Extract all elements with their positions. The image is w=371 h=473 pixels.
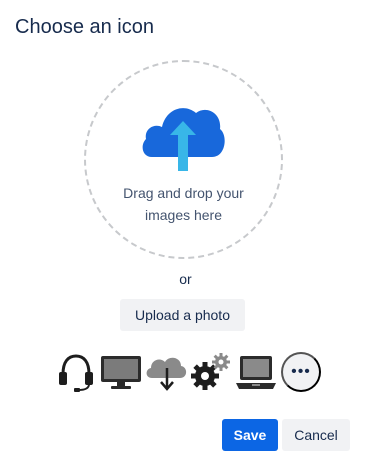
- dropzone-line-2: images here: [144, 207, 223, 223]
- cloud-upload-icon: [142, 108, 225, 171]
- upload-photo-button[interactable]: Upload a photo: [120, 299, 245, 331]
- or-separator: or: [179, 271, 192, 287]
- laptop-icon[interactable]: [234, 350, 278, 394]
- monitor-icon[interactable]: [99, 350, 143, 394]
- gears-icon[interactable]: [189, 350, 233, 394]
- save-button[interactable]: Save: [222, 419, 278, 451]
- image-dropzone[interactable]: Drag and drop your images here: [84, 60, 283, 259]
- more-icons-button[interactable]: •••: [281, 352, 321, 392]
- headset-icon[interactable]: [54, 350, 98, 394]
- cloud-download-icon[interactable]: [144, 350, 188, 394]
- dropzone-line-1: Drag and drop your: [123, 185, 244, 201]
- dropzone-instructions: Drag and drop your images here: [86, 182, 281, 226]
- dialog-title: Choose an icon: [15, 16, 154, 38]
- cancel-button[interactable]: Cancel: [282, 419, 350, 451]
